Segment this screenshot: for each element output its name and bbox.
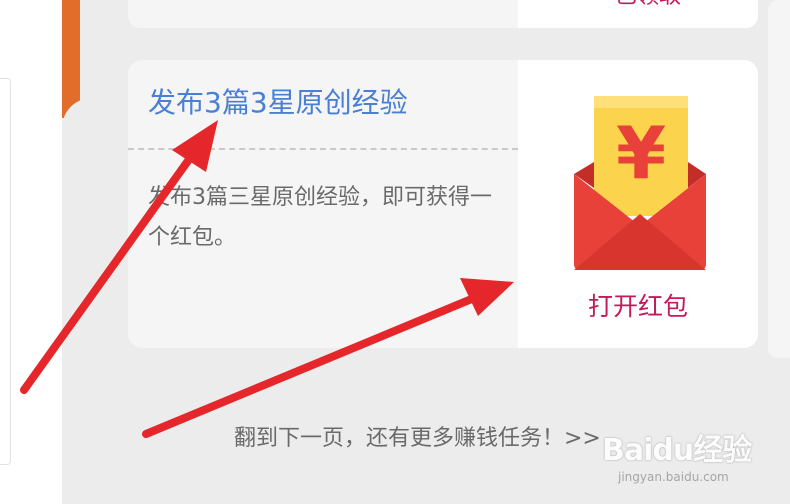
adjacent-card-edge: [768, 0, 790, 358]
task-divider: [128, 148, 518, 150]
claimed-label: 已领取: [598, 0, 698, 8]
yuan-symbol: ¥: [616, 111, 666, 195]
task-list-panel: 已领取 发布3篇3星原创经验 发布3篇三星原创经验，即可获得一个红包。 ¥ 打开…: [62, 0, 790, 504]
red-envelope-yuan-icon[interactable]: ¥: [574, 94, 706, 272]
left-panel-edge: [0, 78, 11, 465]
watermark-url: jingyan.baidu.com: [618, 470, 729, 484]
previous-task-card: 已领取: [128, 0, 758, 28]
task-description: 发布3篇三星原创经验，即可获得一个红包。: [148, 185, 492, 250]
reward-panel[interactable]: ¥ 打开红包: [518, 60, 758, 348]
left-sidebar-strip: [0, 0, 62, 504]
accent-tab: [62, 0, 80, 118]
watermark-brand: Baidu经验: [602, 433, 752, 468]
baidu-jingyan-watermark: Baidu经验 jingyan.baidu.com: [602, 434, 788, 500]
previous-task-reward-area[interactable]: 已领取: [518, 0, 758, 28]
next-page-link[interactable]: 翻到下一页，还有更多赚钱任务！>>: [234, 424, 601, 454]
open-red-envelope-button[interactable]: 打开红包: [518, 292, 758, 322]
task-title[interactable]: 发布3篇3星原创经验: [148, 86, 408, 120]
task-card: 发布3篇3星原创经验 发布3篇三星原创经验，即可获得一个红包。 ¥ 打开红包: [128, 60, 758, 348]
